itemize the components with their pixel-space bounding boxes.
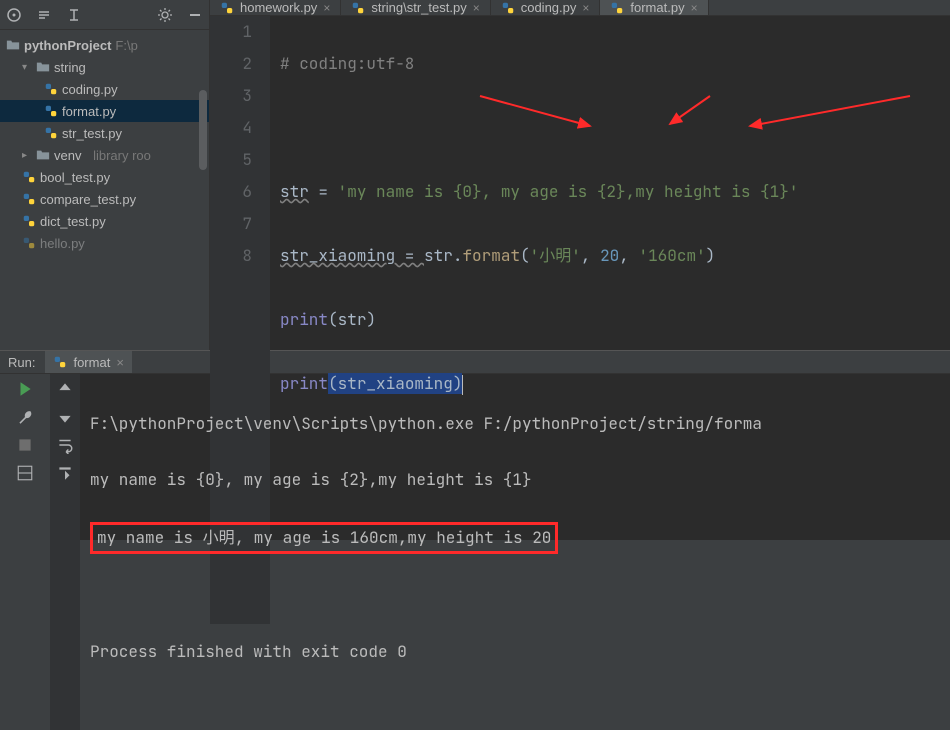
- close-icon[interactable]: ×: [323, 1, 330, 15]
- python-file-icon: [44, 82, 58, 96]
- file-label: coding.py: [62, 82, 118, 97]
- tree-folder-string[interactable]: ▾ string: [0, 56, 209, 78]
- python-file-icon: [351, 1, 365, 15]
- stop-icon[interactable]: [16, 436, 34, 454]
- target-icon[interactable]: [6, 7, 22, 23]
- close-icon[interactable]: ×: [691, 1, 698, 15]
- output-line: F:\pythonProject\venv\Scripts\python.exe…: [90, 410, 940, 438]
- code-line: # coding:utf-8: [280, 48, 950, 80]
- root-label: pythonProject: [24, 38, 111, 53]
- file-label: format.py: [62, 104, 116, 119]
- minimize-icon[interactable]: [187, 7, 203, 23]
- python-file-icon: [610, 1, 624, 15]
- chevron-right-icon[interactable]: ▸: [22, 150, 32, 161]
- tree-file-coding[interactable]: coding.py: [0, 78, 209, 100]
- python-file-icon: [44, 126, 58, 140]
- softwrap-icon[interactable]: [56, 436, 74, 454]
- python-file-icon: [501, 1, 515, 15]
- project-tree[interactable]: pythonProject F:\p ▾ string coding.py fo…: [0, 30, 209, 350]
- python-file-icon: [220, 1, 234, 15]
- up-icon[interactable]: [56, 380, 74, 398]
- close-icon[interactable]: ×: [473, 1, 480, 15]
- chevron-down-icon[interactable]: ▾: [22, 62, 32, 73]
- root-path: F:\p: [115, 38, 137, 53]
- tab-strtest[interactable]: string\str_test.py ×: [341, 0, 490, 15]
- code-line: print(str): [280, 304, 950, 336]
- file-label: bool_test.py: [40, 170, 110, 185]
- run-panel: Run: format × F:\pythonProject\venv\Scri…: [0, 350, 950, 540]
- down-icon[interactable]: [56, 408, 74, 426]
- tab-homework[interactable]: homework.py ×: [210, 0, 341, 15]
- editor-area: homework.py × string\str_test.py × codin…: [210, 0, 950, 350]
- run-tab-label: format: [73, 355, 110, 370]
- code-line: str_xiaoming = str.format('小明', 20, '160…: [280, 240, 950, 272]
- rerun-icon[interactable]: [16, 380, 34, 398]
- line-number: 6: [210, 176, 252, 208]
- collapse-icon[interactable]: [66, 7, 82, 23]
- tree-file-booltest[interactable]: bool_test.py: [0, 166, 209, 188]
- line-number: 7: [210, 208, 252, 240]
- output-line: my name is 小明, my age is 160cm,my height…: [90, 522, 940, 554]
- tree-file-comparetest[interactable]: compare_test.py: [0, 188, 209, 210]
- file-label: hello.py: [40, 236, 85, 251]
- folder-label: venv: [54, 148, 81, 163]
- run-output[interactable]: F:\pythonProject\venv\Scripts\python.exe…: [80, 374, 950, 730]
- expand-icon[interactable]: [36, 7, 52, 23]
- python-file-icon: [22, 214, 36, 228]
- close-icon[interactable]: ×: [582, 1, 589, 15]
- tree-folder-venv[interactable]: ▸ venv library roo: [0, 144, 209, 166]
- tree-file-format[interactable]: format.py: [0, 100, 209, 122]
- project-sidebar: pythonProject F:\p ▾ string coding.py fo…: [0, 0, 210, 350]
- file-label: str_test.py: [62, 126, 122, 141]
- folder-label: string: [54, 60, 86, 75]
- tree-root[interactable]: pythonProject F:\p: [0, 34, 209, 56]
- project-toolbar: [0, 0, 209, 30]
- output-line: Process finished with exit code 0: [90, 638, 940, 666]
- folder-icon: [36, 60, 50, 74]
- tab-label: format.py: [630, 0, 684, 15]
- file-label: compare_test.py: [40, 192, 136, 207]
- folder-icon: [6, 38, 20, 52]
- gear-icon[interactable]: [157, 7, 173, 23]
- tree-file-hello[interactable]: hello.py: [0, 232, 209, 254]
- python-file-icon: [22, 192, 36, 206]
- line-number: 1: [210, 16, 252, 48]
- layout-icon[interactable]: [16, 464, 34, 482]
- tab-coding[interactable]: coding.py ×: [491, 0, 601, 15]
- editor-tabs: homework.py × string\str_test.py × codin…: [210, 0, 950, 16]
- folder-hint: library roo: [93, 148, 151, 163]
- tree-file-strtest[interactable]: str_test.py: [0, 122, 209, 144]
- output-line: my name is {0}, my age is {2},my height …: [90, 466, 940, 494]
- run-tab[interactable]: format ×: [45, 351, 131, 373]
- folder-icon: [36, 148, 50, 162]
- python-file-icon: [53, 355, 67, 369]
- close-icon[interactable]: ×: [116, 355, 124, 370]
- tab-label: homework.py: [240, 0, 317, 15]
- line-number: 2: [210, 48, 252, 80]
- file-label: dict_test.py: [40, 214, 106, 229]
- scroll-end-icon[interactable]: [56, 464, 74, 482]
- run-gutter-secondary: [50, 374, 80, 730]
- run-title: Run:: [8, 355, 35, 370]
- scrollbar-thumb[interactable]: [199, 90, 207, 170]
- tree-file-dicttest[interactable]: dict_test.py: [0, 210, 209, 232]
- tab-label: string\str_test.py: [371, 0, 466, 15]
- tab-format[interactable]: format.py ×: [600, 0, 708, 15]
- code-line: [280, 112, 950, 144]
- python-file-icon: [44, 104, 58, 118]
- line-number: 5: [210, 144, 252, 176]
- python-file-icon: [22, 236, 36, 250]
- wrench-icon[interactable]: [16, 408, 34, 426]
- line-number: 8: [210, 240, 252, 272]
- highlighted-output: my name is 小明, my age is 160cm,my height…: [90, 522, 558, 554]
- python-file-icon: [22, 170, 36, 184]
- run-gutter-primary: [0, 374, 50, 730]
- output-line: [90, 582, 940, 610]
- line-number: 3: [210, 80, 252, 112]
- tab-label: coding.py: [521, 0, 577, 15]
- code-line: str = 'my name is {0}, my age is {2},my …: [280, 176, 950, 208]
- line-number: 4: [210, 112, 252, 144]
